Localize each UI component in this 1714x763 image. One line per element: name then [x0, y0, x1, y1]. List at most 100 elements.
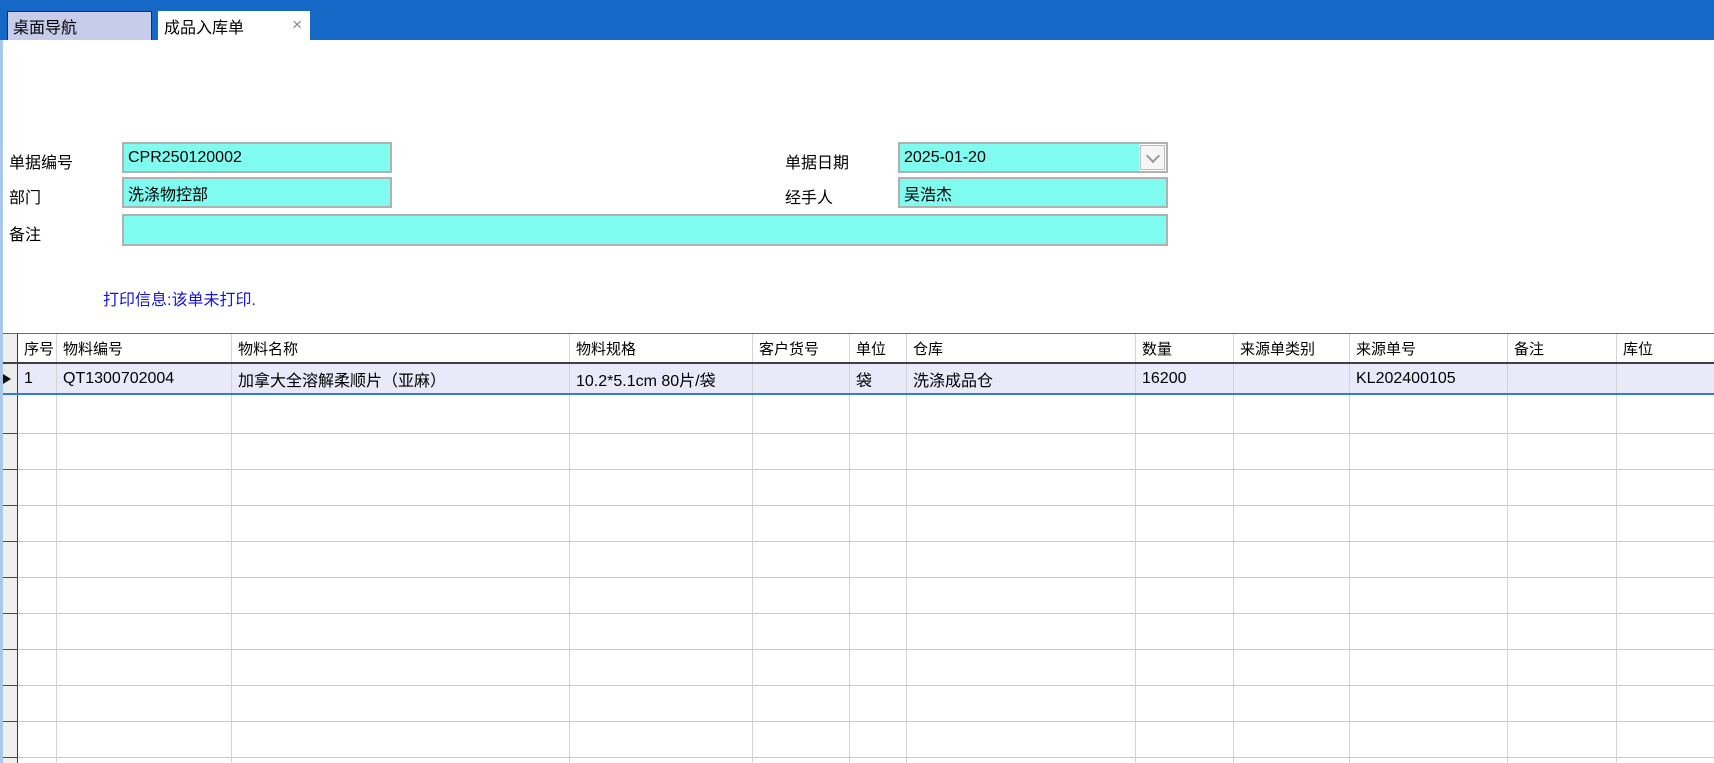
grid-cell[interactable] — [1617, 578, 1714, 614]
grid-cell[interactable] — [907, 470, 1136, 506]
grid-cell[interactable] — [1617, 434, 1714, 470]
grid-cell[interactable] — [850, 758, 907, 763]
grid-cell[interactable] — [1508, 395, 1617, 434]
grid-cell[interactable] — [1234, 542, 1350, 578]
grid-cell[interactable] — [1350, 506, 1508, 542]
table-row[interactable]: 1 QT1300702004 加拿大全溶解柔顺片（亚麻） 10.2*5.1cm … — [0, 364, 1714, 395]
grid-cell[interactable] — [570, 470, 753, 506]
grid-cell[interactable] — [850, 506, 907, 542]
table-row[interactable] — [0, 722, 1714, 758]
grid-cell[interactable] — [1350, 578, 1508, 614]
department-input[interactable] — [122, 177, 392, 208]
grid-cell[interactable] — [907, 395, 1136, 434]
grid-cell[interactable] — [1234, 758, 1350, 763]
table-row[interactable] — [0, 395, 1714, 434]
grid-cell[interactable] — [1508, 614, 1617, 650]
grid-cell[interactable] — [850, 650, 907, 686]
grid-cell[interactable] — [1350, 542, 1508, 578]
grid-cell[interactable] — [18, 470, 57, 506]
grid-cell[interactable] — [232, 542, 570, 578]
grid-cell[interactable] — [18, 722, 57, 758]
grid-cell[interactable] — [1508, 578, 1617, 614]
grid-cell[interactable] — [753, 395, 850, 434]
grid-cell[interactable] — [1136, 542, 1234, 578]
grid-cell[interactable] — [850, 686, 907, 722]
table-row[interactable] — [0, 578, 1714, 614]
tab-close-icon[interactable]: × — [292, 15, 302, 35]
cell-source-doc-no[interactable]: KL202400105 — [1350, 364, 1508, 393]
grid-cell[interactable] — [57, 506, 232, 542]
header-cell-warehouse[interactable]: 仓库 — [907, 334, 1136, 362]
grid-cell[interactable] — [57, 395, 232, 434]
cell-location[interactable] — [1617, 364, 1714, 393]
grid-cell[interactable] — [57, 578, 232, 614]
grid-cell[interactable] — [1136, 650, 1234, 686]
grid-cell[interactable] — [18, 650, 57, 686]
grid-cell[interactable] — [907, 614, 1136, 650]
grid-cell[interactable] — [1508, 722, 1617, 758]
grid-cell[interactable] — [570, 434, 753, 470]
grid-cell[interactable] — [1508, 758, 1617, 763]
grid-cell[interactable] — [18, 434, 57, 470]
grid-cell[interactable] — [1350, 722, 1508, 758]
header-cell-remark[interactable]: 备注 — [1508, 334, 1617, 362]
grid-cell[interactable] — [1617, 614, 1714, 650]
grid-cell[interactable] — [1617, 395, 1714, 434]
cell-material-spec[interactable]: 10.2*5.1cm 80片/袋 — [570, 364, 753, 393]
grid-cell[interactable] — [753, 614, 850, 650]
grid-cell[interactable] — [232, 470, 570, 506]
tab-desktop-navigation[interactable]: 桌面导航 — [7, 11, 152, 40]
grid-cell[interactable] — [570, 722, 753, 758]
grid-cell[interactable] — [753, 542, 850, 578]
header-cell-location[interactable]: 库位 — [1617, 334, 1714, 362]
grid-cell[interactable] — [1617, 542, 1714, 578]
grid-cell[interactable] — [232, 614, 570, 650]
cell-unit[interactable]: 袋 — [850, 364, 907, 393]
grid-cell[interactable] — [570, 578, 753, 614]
grid-cell[interactable] — [850, 614, 907, 650]
header-cell-material-name[interactable]: 物料名称 — [232, 334, 570, 362]
grid-cell[interactable] — [1234, 395, 1350, 434]
grid-cell[interactable] — [907, 434, 1136, 470]
grid-cell[interactable] — [753, 506, 850, 542]
grid-cell[interactable] — [850, 470, 907, 506]
header-cell-source-doc-type[interactable]: 来源单类别 — [1234, 334, 1350, 362]
table-row[interactable] — [0, 542, 1714, 578]
grid-cell[interactable] — [907, 506, 1136, 542]
grid-cell[interactable] — [907, 578, 1136, 614]
grid-cell[interactable] — [232, 506, 570, 542]
grid-cell[interactable] — [18, 578, 57, 614]
grid-cell[interactable] — [753, 758, 850, 763]
remark-input[interactable] — [122, 214, 1168, 246]
header-cell-seq[interactable]: 序号 — [18, 334, 57, 362]
grid-cell[interactable] — [850, 578, 907, 614]
cell-source-doc-type[interactable] — [1234, 364, 1350, 393]
grid-cell[interactable] — [57, 722, 232, 758]
doc-date-input[interactable] — [900, 144, 1139, 171]
grid-cell[interactable] — [1508, 434, 1617, 470]
header-cell-material-code[interactable]: 物料编号 — [57, 334, 232, 362]
grid-cell[interactable] — [57, 542, 232, 578]
grid-cell[interactable] — [570, 542, 753, 578]
grid-cell[interactable] — [1350, 686, 1508, 722]
tab-finished-goods-entry[interactable]: 成品入库单 × — [158, 11, 310, 40]
table-row[interactable] — [0, 686, 1714, 722]
grid-cell[interactable] — [1136, 470, 1234, 506]
grid-cell[interactable] — [57, 470, 232, 506]
grid-cell[interactable] — [1136, 614, 1234, 650]
grid-cell[interactable] — [1234, 434, 1350, 470]
grid-cell[interactable] — [1617, 686, 1714, 722]
header-cell-quantity[interactable]: 数量 — [1136, 334, 1234, 362]
grid-cell[interactable] — [1350, 614, 1508, 650]
grid-cell[interactable] — [753, 686, 850, 722]
cell-remark[interactable] — [1508, 364, 1617, 393]
grid-cell[interactable] — [1234, 506, 1350, 542]
cell-material-name[interactable]: 加拿大全溶解柔顺片（亚麻） — [232, 364, 570, 393]
header-cell-unit[interactable]: 单位 — [850, 334, 907, 362]
grid-cell[interactable] — [570, 758, 753, 763]
grid-cell[interactable] — [1508, 650, 1617, 686]
grid-cell[interactable] — [753, 722, 850, 758]
grid-cell[interactable] — [753, 470, 850, 506]
grid-cell[interactable] — [850, 722, 907, 758]
table-row[interactable] — [0, 434, 1714, 470]
